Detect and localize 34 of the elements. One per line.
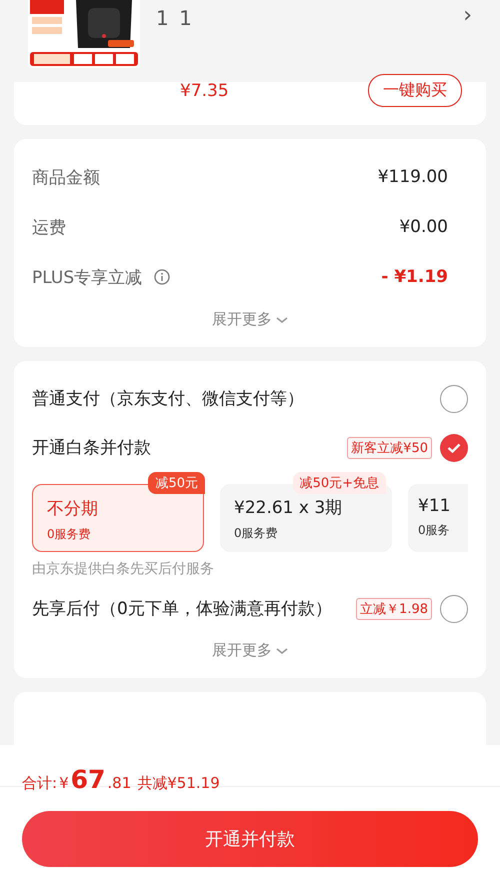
discount-badge: 减50元: [148, 472, 205, 494]
payment-method-label: 开通白条并付款: [32, 437, 151, 459]
price-value: ¥0.00: [399, 217, 448, 237]
expand-more-button[interactable]: 展开更多: [208, 637, 292, 664]
price-text: ¥7.35: [180, 80, 229, 100]
radio-button[interactable]: [440, 594, 468, 622]
saved-amount: 共减¥51.19: [137, 774, 220, 793]
currency-symbol: ¥: [59, 774, 69, 792]
total-decimal: .81: [107, 774, 132, 792]
summary-label: 运费: [32, 216, 66, 238]
payment-method-label: 先享后付（0元下单，体验满意再付款）: [32, 598, 332, 620]
promo-tag: 新客立减¥50: [347, 436, 432, 458]
service-note: 由京东提供白条先买后付服务: [32, 560, 215, 578]
summary-label: 商品金额: [32, 166, 100, 188]
radio-button[interactable]: [440, 384, 468, 412]
payment-method-label: 普通支付（京东支付、微信支付等）: [32, 388, 304, 410]
total-label: 合计:: [22, 774, 58, 793]
quantity-text: 1 1: [156, 6, 194, 30]
total-integer: 67: [70, 765, 106, 794]
radio-button[interactable]: [440, 434, 468, 462]
promo-tag: 立减￥1.98: [356, 598, 432, 620]
pay-button[interactable]: 开通并付款: [22, 811, 478, 867]
caret-icon: [276, 646, 288, 654]
buy-now-button[interactable]: 一键购买: [368, 74, 462, 107]
discount-value: - ¥1.19: [381, 267, 448, 287]
price-value: ¥119.00: [378, 167, 448, 187]
discount-badge: 减50元+免息: [292, 472, 386, 494]
check-icon: [447, 442, 461, 452]
info-icon[interactable]: [154, 269, 170, 285]
chevron-icon[interactable]: ›: [463, 3, 472, 28]
caret-icon: [276, 316, 288, 324]
summary-label: PLUS专享立减: [32, 266, 142, 288]
installment-option[interactable]: ¥11 0服务: [408, 484, 468, 552]
expand-more-button[interactable]: 展开更多: [208, 306, 292, 333]
